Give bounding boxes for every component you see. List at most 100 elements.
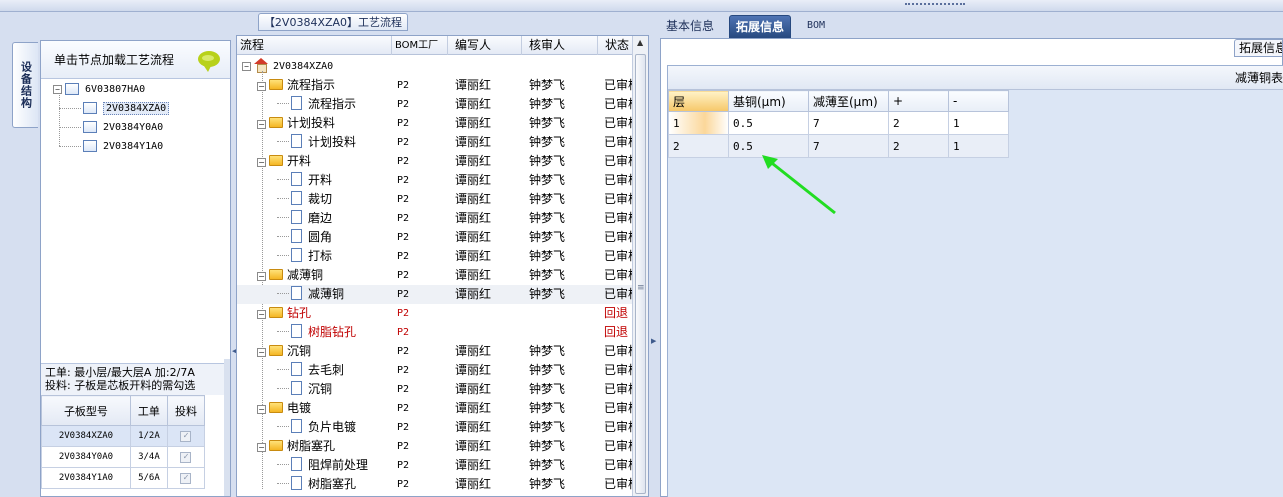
flow-name-cell: 打标 (277, 247, 332, 266)
tab-basic-info[interactable]: 基本信息 (660, 15, 720, 39)
collapse-toggle-icon[interactable]: − (257, 310, 266, 319)
feed-checkbox[interactable]: ✓ (180, 472, 192, 484)
left-scrollbar[interactable] (224, 359, 230, 496)
flow-step-row[interactable]: 裁切 P2 谭丽红 钟梦飞 已审核 (237, 190, 634, 209)
flow-group-row[interactable]: − 树脂塞孔 P2 谭丽红 钟梦飞 已审核 (237, 437, 634, 456)
cell-status: 已审核 (604, 458, 634, 472)
flow-step-row[interactable]: 开料 P2 谭丽红 钟梦飞 已审核 (237, 171, 634, 190)
col-layer[interactable]: 层 (668, 90, 729, 112)
collapse-toggle-icon[interactable]: − (257, 272, 266, 281)
col-feed[interactable]: 投料 (166, 395, 206, 426)
sub-board-row[interactable]: 2V0384Y1A0 5/6A ✓ (41, 467, 206, 489)
cell-status: 已审核 (604, 154, 634, 168)
cell-reviewer: 钟梦飞 (529, 192, 566, 206)
vertical-tab-strip: 设备结构 (0, 40, 40, 497)
table-cell[interactable]: 2 (888, 111, 949, 135)
col-reviewer[interactable]: 核审人 (522, 36, 598, 55)
flow-step-row[interactable]: 负片电镀 P2 谭丽红 钟梦飞 已审核 (237, 418, 634, 437)
flow-group-row[interactable]: − 沉铜 P2 谭丽红 钟梦飞 已审核 (237, 342, 634, 361)
scroll-thumb[interactable] (635, 54, 646, 494)
flow-group-row[interactable]: − 流程指示 P2 谭丽红 钟梦飞 已审核 (237, 76, 634, 95)
flow-step-row[interactable]: 磨边 P2 谭丽红 钟梦飞 已审核 (237, 209, 634, 228)
feed-checkbox[interactable]: ✓ (180, 451, 192, 463)
col-flow[interactable]: 流程 (237, 36, 392, 55)
cell-status: 已审核 (604, 230, 634, 244)
flow-name-label: 计划投料 (308, 135, 357, 149)
table-cell[interactable]: 7 (808, 111, 889, 135)
flow-step-row[interactable]: 减薄铜 P2 谭丽红 钟梦飞 已审核 (237, 285, 634, 304)
flow-name-cell: 磨边 (277, 209, 332, 228)
flow-group-row[interactable]: − 钻孔 P2 回退 (237, 304, 633, 323)
collapse-toggle-icon[interactable]: − (53, 84, 62, 94)
flow-name-label: 计划投料 (287, 116, 336, 130)
col-plus[interactable]: + (888, 90, 949, 112)
collapse-toggle-icon[interactable]: − (257, 120, 266, 129)
flow-step-row[interactable]: 阻焊前处理 P2 谭丽红 钟梦飞 已审核 (237, 456, 634, 475)
tree-node-root[interactable]: − 6V03807HA0 (53, 80, 145, 98)
flow-group-row[interactable]: − 电镀 P2 谭丽红 钟梦飞 已审核 (237, 399, 634, 418)
table-cell[interactable]: 1 (948, 111, 1009, 135)
table-cell[interactable]: 0.5 (728, 111, 809, 135)
feed-checkbox[interactable]: ✓ (180, 430, 192, 442)
flow-root-row[interactable]: − 2V0384XZA0 (237, 57, 633, 76)
scroll-up-icon[interactable]: ▲ (637, 38, 643, 47)
table-cell[interactable]: 1 (668, 111, 729, 135)
tree-node[interactable]: 2V0384Y0A0 (83, 118, 163, 136)
sub-board-row[interactable]: 2V0384Y0A0 3/4A ✓ (41, 446, 206, 468)
load-hint-box: 单击节点加载工艺流程 (41, 41, 230, 79)
flow-step-row[interactable]: 圆角 P2 谭丽红 钟梦飞 已审核 (237, 228, 634, 247)
collapse-toggle-icon[interactable]: − (257, 158, 266, 167)
cell-writer: 谭丽红 (455, 249, 492, 263)
cell-writer: 谭丽红 (455, 477, 492, 491)
col-bom[interactable]: BOM工厂 (392, 36, 448, 55)
cell-bom: P2 (397, 441, 410, 452)
right-splitter[interactable]: ▶ (650, 12, 656, 497)
cell-writer: 谭丽红 (455, 382, 492, 396)
flow-step-row[interactable]: 沉铜 P2 谭丽红 钟梦飞 已审核 (237, 380, 634, 399)
ext-inner-tab[interactable]: 拓展信息 (1234, 39, 1282, 57)
right-tab-bar: 基本信息 拓展信息 BOM (656, 13, 1283, 39)
tab-extended-info[interactable]: 拓展信息 (729, 15, 792, 39)
flow-group-row[interactable]: − 开料 P2 谭丽红 钟梦飞 已审核 (237, 152, 634, 171)
flow-step-row[interactable]: 计划投料 P2 谭丽红 钟梦飞 已审核 (237, 133, 634, 152)
cell-order: 3/4A (129, 446, 168, 468)
col-model[interactable]: 子板型号 (41, 395, 131, 426)
splitter-grip[interactable] (905, 3, 965, 9)
table-cell[interactable]: 1 (948, 134, 1009, 158)
tree-node[interactable]: 2V0384Y1A0 (83, 137, 163, 155)
copy-reduction-row[interactable]: 1 0.5 7 2 1 (668, 111, 1009, 135)
cell-writer: 谭丽红 (455, 135, 492, 149)
cell-bom: P2 (397, 99, 410, 110)
collapse-toggle-icon[interactable]: − (257, 82, 266, 91)
grid-scrollbar[interactable]: ▲ (632, 36, 648, 496)
col-reduce-to[interactable]: 减薄至(μm) (808, 90, 889, 112)
load-hint-text: 单击节点加载工艺流程 (54, 53, 175, 67)
tab-bom[interactable]: BOM (801, 15, 831, 39)
sub-board-row[interactable]: 2V0384XZA0 1/2A ✓ (41, 425, 206, 447)
flow-group-row[interactable]: − 计划投料 P2 谭丽红 钟梦飞 已审核 (237, 114, 634, 133)
table-cell[interactable]: 2 (888, 134, 949, 158)
cell-writer: 谭丽红 (455, 363, 492, 377)
col-writer[interactable]: 编写人 (448, 36, 522, 55)
collapse-toggle-icon[interactable]: − (257, 443, 266, 452)
collapse-toggle-icon[interactable]: − (257, 405, 266, 414)
collapse-toggle-icon[interactable]: − (242, 62, 251, 71)
cell-status: 已审核 (604, 78, 634, 92)
cell-reviewer: 钟梦飞 (529, 249, 566, 263)
flow-step-row[interactable]: 树脂塞孔 P2 谭丽红 钟梦飞 已审核 (237, 475, 634, 494)
flow-step-row[interactable]: 去毛刺 P2 谭丽红 钟梦飞 已审核 (237, 361, 634, 380)
tree-node[interactable]: 2V0384XZA0 (83, 99, 170, 117)
col-order[interactable]: 工单 (129, 395, 168, 426)
process-flow-title: 【2V0384XZA0】工艺流程 (258, 13, 408, 31)
table-cell[interactable]: 2 (668, 134, 729, 158)
flow-step-row[interactable]: 流程指示 P2 谭丽红 钟梦飞 已审核 (237, 95, 634, 114)
col-base-copper[interactable]: 基铜(μm) (728, 90, 809, 112)
collapse-toggle-icon[interactable]: − (257, 348, 266, 357)
flow-step-row[interactable]: 打标 P2 谭丽红 钟梦飞 已审核 (237, 247, 634, 266)
tab-device-structure[interactable]: 设备结构 (12, 42, 38, 128)
col-status[interactable]: 状态 (598, 36, 633, 55)
flow-step-row[interactable]: 树脂钻孔 P2 回退 (237, 323, 633, 342)
process-flow-grid: 流程 BOM工厂 编写人 核审人 状态 − 2V0384XZA0 − 流程指示 P2 谭丽… (236, 35, 649, 497)
flow-group-row[interactable]: − 减薄铜 P2 谭丽红 钟梦飞 已审核 (237, 266, 634, 285)
col-minus[interactable]: - (948, 90, 1009, 112)
